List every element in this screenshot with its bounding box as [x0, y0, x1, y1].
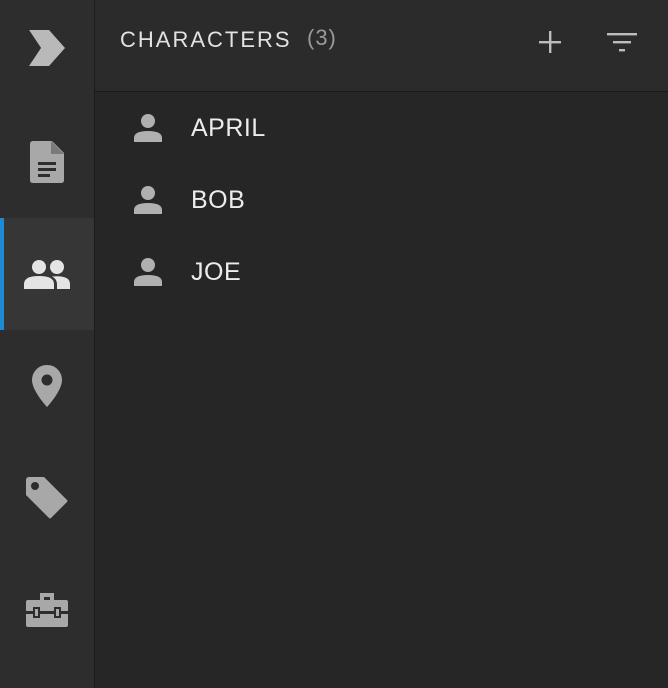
sidebar-item-documents[interactable]	[0, 106, 94, 218]
character-name: JOE	[191, 257, 242, 286]
panel-header: CHARACTERS (3)	[95, 0, 668, 92]
sidebar-item-characters[interactable]	[0, 218, 94, 330]
list-item[interactable]: APRIL	[95, 92, 668, 164]
app-window: CHARACTERS (3) APRIL BOB JOE	[0, 0, 668, 688]
location-pin-icon	[32, 365, 62, 407]
list-item[interactable]: JOE	[95, 236, 668, 308]
app-logo[interactable]	[0, 0, 94, 96]
document-icon	[30, 141, 64, 183]
characters-panel: CHARACTERS (3) APRIL BOB JOE	[95, 0, 668, 688]
sidebar-item-tags[interactable]	[0, 442, 94, 554]
item-count-badge: (3)	[307, 25, 337, 50]
list-item[interactable]: BOB	[95, 164, 668, 236]
person-icon	[133, 258, 163, 286]
logo-icon	[29, 30, 65, 66]
people-icon	[24, 260, 70, 289]
sidebar-item-locations[interactable]	[0, 330, 94, 442]
page-title: CHARACTERS	[120, 27, 292, 52]
character-list: APRIL BOB JOE	[95, 92, 668, 308]
character-name: BOB	[191, 185, 246, 214]
filter-button[interactable]	[604, 24, 640, 60]
tag-icon	[26, 477, 68, 519]
add-character-button[interactable]	[532, 24, 568, 60]
plus-icon	[539, 31, 561, 53]
sidebar-rail	[0, 0, 95, 688]
filter-icon	[607, 33, 637, 52]
sidebar-item-toolbox[interactable]	[0, 554, 94, 666]
person-icon	[133, 186, 163, 214]
toolbox-icon	[26, 593, 68, 627]
character-name: APRIL	[191, 113, 266, 142]
person-icon	[133, 114, 163, 142]
